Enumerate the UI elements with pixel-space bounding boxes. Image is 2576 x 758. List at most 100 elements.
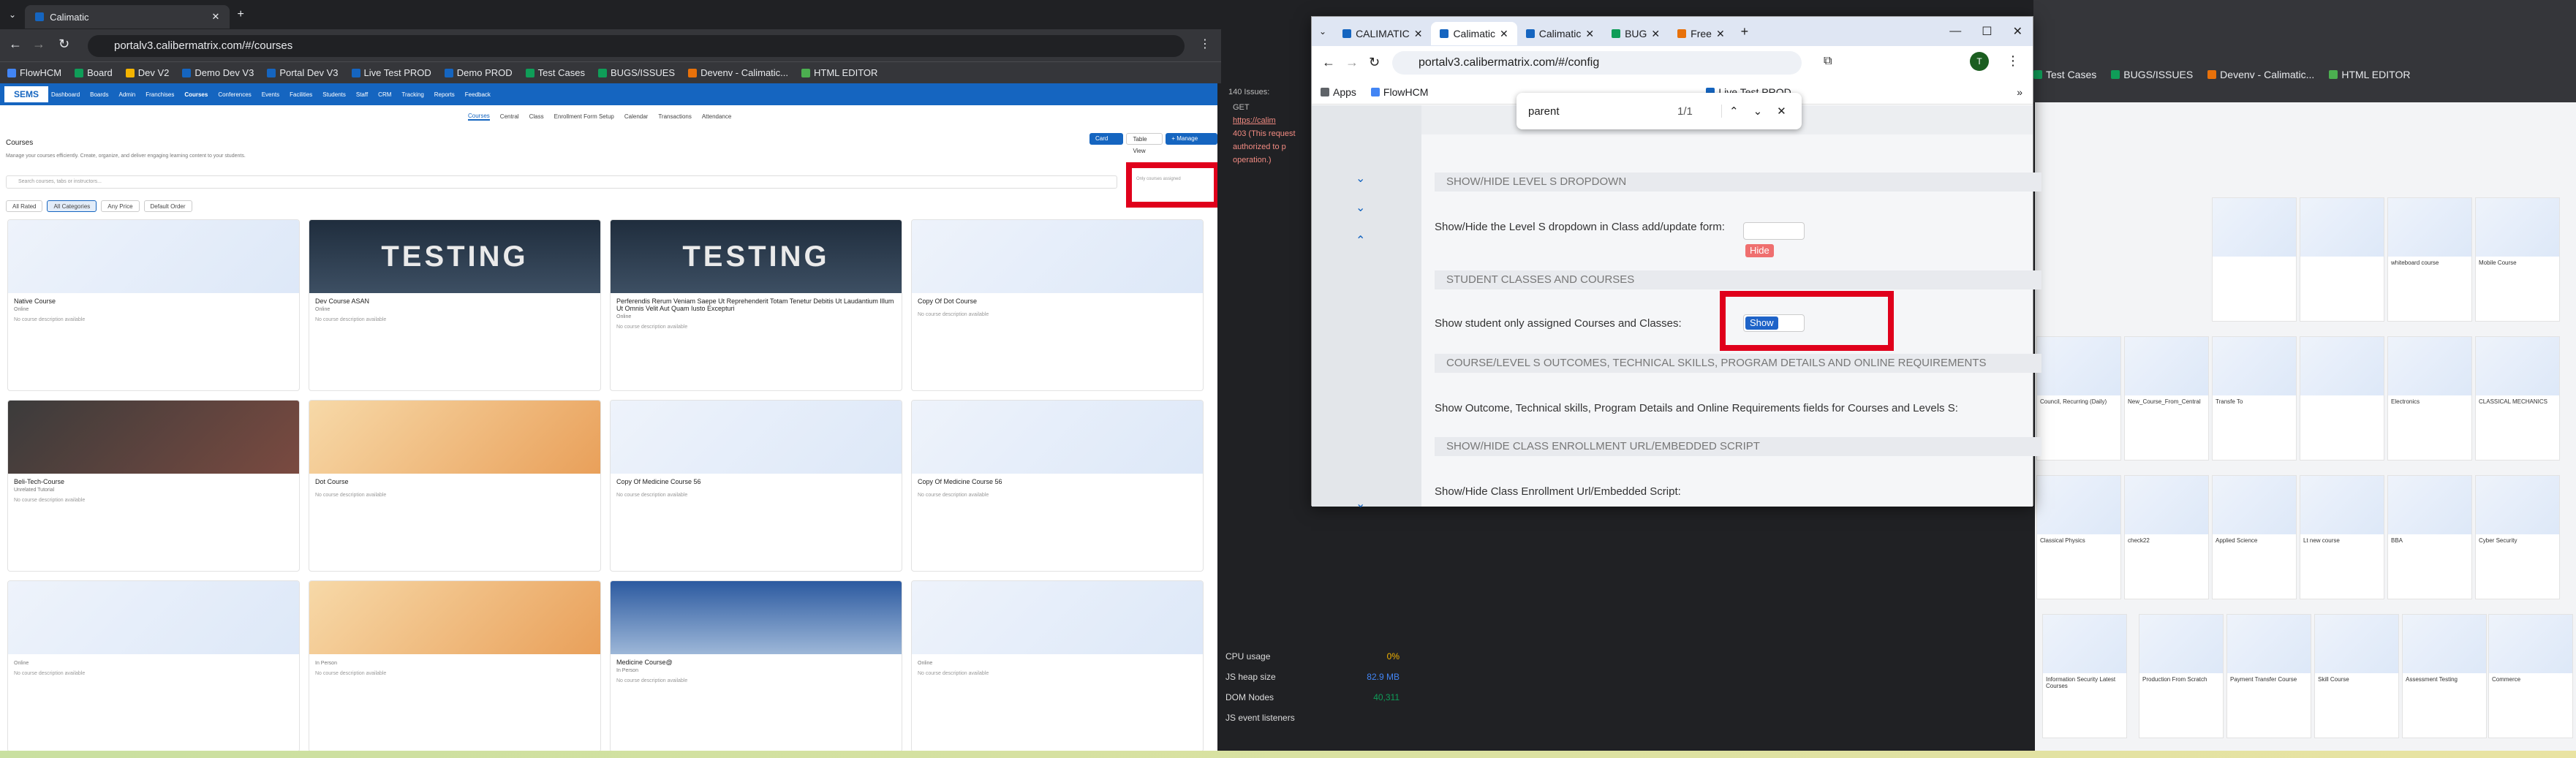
bookmark-apps[interactable]: Apps: [1321, 86, 1356, 98]
back-icon[interactable]: ←: [9, 37, 22, 52]
course-tile[interactable]: Transfe To: [2212, 336, 2297, 461]
course-card[interactable]: Dot Course No course description availabl…: [309, 400, 601, 572]
tab-calimatic[interactable]: Calimatic ✕: [25, 5, 230, 29]
filter-order[interactable]: Default Order: [143, 200, 192, 212]
course-title[interactable]: Copy Of Medicine Course 56: [912, 474, 1203, 487]
reload-icon[interactable]: ↻: [1369, 55, 1380, 70]
chevron-down-icon[interactable]: ⌄: [1356, 496, 1365, 511]
course-title[interactable]: [8, 654, 299, 660]
bookmark-item[interactable]: HTML EDITOR: [2329, 69, 2410, 80]
course-title[interactable]: Dev Course ASAN: [309, 293, 600, 306]
new-tab-button[interactable]: +: [1734, 24, 1756, 39]
subtab[interactable]: Central: [500, 113, 519, 120]
subtab[interactable]: Class: [529, 113, 544, 120]
course-card[interactable]: Beli-Tech-Course Unrelated Tutorial No cou…: [7, 400, 300, 572]
course-title[interactable]: Dot Course: [309, 474, 600, 487]
course-card[interactable]: TESTING Dev Course ASAN Online No course de…: [309, 219, 601, 391]
nav-item[interactable]: Conferences: [218, 91, 251, 98]
nav-item[interactable]: Tracking: [401, 91, 423, 98]
course-title[interactable]: Medicine Course@: [611, 654, 902, 667]
levels-dropdown-toggle[interactable]: Hide: [1743, 222, 1805, 257]
bookmark-item[interactable]: Dev V2: [125, 67, 169, 78]
course-tile[interactable]: Commerce: [2488, 614, 2573, 738]
bookmark-item[interactable]: BUGS/ISSUES: [597, 67, 675, 78]
subtab[interactable]: Calendar: [624, 113, 648, 120]
nav-item[interactable]: Students: [322, 91, 346, 98]
popup-tab[interactable]: Free ✕: [1669, 22, 1734, 45]
chevron-down-icon[interactable]: ⌄: [1746, 105, 1770, 118]
nav-item[interactable]: CRM: [378, 91, 391, 98]
back-icon[interactable]: ←: [1322, 55, 1335, 70]
course-tile[interactable]: Classical Physics: [2036, 475, 2121, 599]
bookmark-item[interactable]: Devenv - Calimatic...: [688, 67, 788, 78]
toggle-hide[interactable]: Hide: [1745, 244, 1774, 257]
bookmark-item[interactable]: Board: [75, 67, 113, 78]
course-tile[interactable]: Skill Course: [2314, 614, 2399, 738]
nav-item[interactable]: Feedback: [465, 91, 491, 98]
subtab[interactable]: Attendance: [702, 113, 731, 120]
course-tile[interactable]: Information Security Latest Courses: [2042, 614, 2127, 738]
filter-rating[interactable]: All Rated: [6, 200, 43, 212]
subtab[interactable]: Transactions: [658, 113, 692, 120]
course-tile[interactable]: CLASSICAL MECHANICS: [2475, 336, 2560, 461]
reload-icon[interactable]: ↻: [58, 37, 69, 52]
new-tab-button[interactable]: +: [230, 8, 251, 21]
course-card[interactable]: Copy Of Medicine Course 56 No course desc…: [610, 400, 902, 572]
popup-tab-active[interactable]: Calimatic ✕: [1431, 22, 1517, 45]
nav-item-courses[interactable]: Courses: [184, 91, 208, 98]
course-tile[interactable]: Lt new course: [2300, 475, 2384, 599]
course-search-input[interactable]: Search courses, tabs or instructors...: [6, 175, 1117, 189]
chevron-down-icon[interactable]: ⌄: [1356, 200, 1365, 215]
course-card[interactable]: Native Course Online No course description…: [7, 219, 300, 391]
course-card[interactable]: Copy Of Medicine Course 56 No course desc…: [911, 400, 1204, 572]
assigned-courses-toggle[interactable]: Show: [1743, 314, 1805, 332]
bookmark-item[interactable]: FlowHCM: [1370, 86, 1428, 98]
close-window-icon[interactable]: ✕: [2003, 24, 2033, 39]
course-card[interactable]: TESTING Perferendis Rerum Veniam Saepe Ut…: [610, 219, 902, 391]
course-card[interactable]: Copy Of Dot Course No course description …: [911, 219, 1204, 391]
popup-address-bar[interactable]: portalv3.calibermatrix.com/#/config: [1392, 51, 1802, 75]
tab-list-chevron-icon[interactable]: ⌄: [1312, 26, 1334, 37]
course-card[interactable]: Online No course description available: [7, 580, 300, 752]
course-card[interactable]: Medicine Course@ In Person No course descr…: [610, 580, 902, 752]
menu-icon[interactable]: ⋮: [1199, 37, 1211, 51]
close-icon[interactable]: ✕: [1769, 105, 1794, 118]
bookmark-item[interactable]: Portal Dev V3: [267, 67, 339, 78]
chevron-down-icon[interactable]: ⌄: [1356, 171, 1365, 186]
nav-item[interactable]: Boards: [90, 91, 108, 98]
course-tile[interactable]: [2300, 336, 2384, 461]
bookmark-item[interactable]: Test Cases: [2033, 69, 2096, 80]
chevron-up-icon[interactable]: ⌃: [1721, 105, 1746, 118]
tab-list-chevron-icon[interactable]: ⌄: [0, 10, 25, 20]
bookmark-item[interactable]: HTML EDITOR: [801, 67, 877, 78]
bookmark-item[interactable]: FlowHCM: [7, 67, 61, 78]
bookmark-item[interactable]: Demo Dev V3: [182, 67, 254, 78]
popup-tab[interactable]: BUG ✕: [1603, 22, 1669, 45]
bookmark-item[interactable]: Live Test PROD: [351, 67, 431, 78]
course-title[interactable]: Copy Of Dot Course: [912, 293, 1203, 306]
course-title[interactable]: [912, 654, 1203, 660]
course-tile[interactable]: Payment Transfer Course: [2226, 614, 2311, 738]
course-tile[interactable]: Production From Scratch: [2139, 614, 2224, 738]
nav-item[interactable]: Admin: [119, 91, 136, 98]
table-view-button[interactable]: Table View: [1126, 133, 1163, 154]
popup-tab[interactable]: CALIMATIC ✕: [1334, 22, 1431, 45]
avatar[interactable]: T: [1970, 52, 1989, 71]
course-tile[interactable]: Council, Recurring (Daily): [2036, 336, 2121, 461]
nav-item[interactable]: Staff: [356, 91, 368, 98]
extension-icon[interactable]: ⧉: [1824, 55, 1832, 68]
course-tile[interactable]: BBA: [2387, 475, 2472, 599]
bookmark-item[interactable]: BUGS/ISSUES: [2111, 69, 2193, 80]
minimize-icon[interactable]: —: [1939, 25, 1971, 38]
find-input[interactable]: parent: [1516, 105, 1677, 118]
course-title[interactable]: Native Course: [8, 293, 299, 306]
course-title[interactable]: [309, 654, 600, 660]
app-logo[interactable]: SEMS: [4, 86, 48, 102]
course-tile[interactable]: Applied Science: [2212, 475, 2297, 599]
course-tile[interactable]: Assessment Testing: [2402, 614, 2487, 738]
manage-content-button[interactable]: + Manage Content: [1166, 133, 1217, 154]
bookmark-item[interactable]: Devenv - Calimatic...: [2207, 69, 2314, 80]
close-tab-icon[interactable]: ✕: [212, 11, 220, 23]
course-title[interactable]: Perferendis Rerum Veniam Saepe Ut Repreh…: [611, 293, 902, 314]
nav-item[interactable]: Facilities: [290, 91, 312, 98]
